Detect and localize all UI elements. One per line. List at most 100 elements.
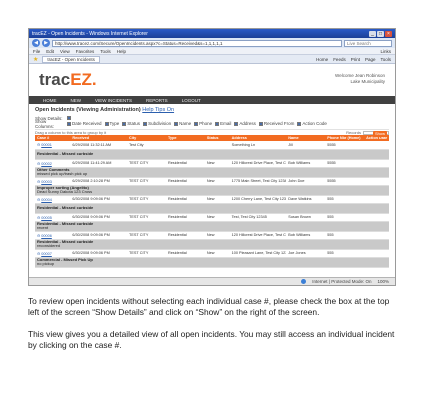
table-cell-case[interactable]: ⊖ 00001: [35, 141, 71, 150]
column-option[interactable]: Subdivision: [143, 121, 171, 126]
tools-tool[interactable]: Tools: [380, 57, 391, 62]
table-cell-address: Something Ln: [229, 141, 287, 150]
minimize-icon[interactable]: _: [369, 30, 376, 37]
table-cell-phone: 555: [325, 249, 365, 258]
detail-row: Residential - Missed curbside reconsidere…: [35, 239, 389, 250]
home-tool[interactable]: Home: [316, 57, 328, 62]
maximize-icon[interactable]: □: [377, 30, 384, 37]
print-tool[interactable]: Print: [351, 57, 360, 62]
security-zone: Internet | Protected Mode: On: [312, 279, 372, 284]
table-cell-case[interactable]: ⊖ 00007: [35, 249, 71, 258]
table-cell-case[interactable]: ⊖ 00003: [35, 177, 71, 186]
column-option[interactable]: Phone: [194, 121, 212, 126]
menu-file[interactable]: File: [33, 49, 40, 54]
window-title: tracEZ - Open Incidents - Windows Intern…: [32, 30, 148, 37]
column-option[interactable]: Received From: [258, 121, 294, 126]
case-link[interactable]: 00005: [41, 216, 52, 220]
close-icon[interactable]: ×: [385, 30, 392, 37]
menu-help[interactable]: Help: [117, 49, 126, 54]
case-link[interactable]: 00001: [41, 143, 52, 147]
table-cell-phone: 5555: [325, 141, 365, 150]
welcome-text: Welcome Jean Robinson Lake Municipality: [335, 73, 385, 85]
column-checkbox[interactable]: [174, 121, 179, 126]
nav-home[interactable]: Home: [43, 98, 57, 103]
tab-row: ★ tracEZ - Open Incidents Home Feeds Pri…: [29, 55, 395, 64]
table-cell-action: [364, 213, 389, 222]
column-checkbox[interactable]: [104, 121, 109, 126]
back-icon[interactable]: ◀: [32, 39, 40, 47]
column-checkbox[interactable]: [143, 121, 148, 126]
case-link[interactable]: 00003: [41, 180, 52, 184]
menu-favorites[interactable]: Favorites: [76, 49, 95, 54]
page-title: Open Incidents (Viewing Administration) …: [35, 107, 175, 113]
welcome-org: Lake Municipality: [350, 79, 385, 84]
table-cell-status: New: [204, 177, 230, 186]
table-cell-case[interactable]: ⊖ 00006: [35, 231, 71, 240]
case-link[interactable]: 00004: [41, 198, 52, 202]
nav-logout[interactable]: Logout: [182, 98, 201, 103]
nav-new[interactable]: New: [71, 98, 82, 103]
menu-bar: File Edit View Favorites Tools Help Link…: [29, 48, 395, 55]
column-option[interactable]: Name: [174, 121, 191, 126]
show-button[interactable]: Show: [373, 131, 387, 137]
table-cell-phone: 5555: [325, 177, 365, 186]
nav-reports[interactable]: Reports: [146, 98, 168, 103]
detail-title: Residential - Missed curbside: [37, 204, 94, 210]
case-link[interactable]: 00006: [41, 234, 52, 238]
table-cell-city: TEST CITY: [127, 231, 166, 240]
detail-cell: Residential - Missed curbside reconsidere…: [35, 239, 389, 250]
column-checkbox[interactable]: [258, 121, 263, 126]
table-cell-address: 120 Hillcrest Drive Place, Test City 123…: [229, 231, 287, 240]
feeds-tool[interactable]: Feeds: [333, 57, 346, 62]
column-option[interactable]: Email: [215, 121, 231, 126]
browser-tab[interactable]: tracEZ - Open Incidents: [42, 55, 100, 63]
column-option[interactable]: Action Code: [297, 121, 327, 126]
menu-tools[interactable]: Tools: [100, 49, 111, 54]
nav-view-incidents[interactable]: View Incidents: [95, 98, 132, 103]
page-tool[interactable]: Page: [365, 57, 376, 62]
table-cell-status: New: [204, 195, 230, 204]
column-option-label: Type: [109, 121, 120, 127]
detail-row: Residential - Missed curbside recent: [35, 221, 389, 232]
table-cell-address: Test, Test City 12345: [229, 213, 287, 222]
column-checkbox[interactable]: [122, 121, 127, 126]
table-cell-case[interactable]: ⊖ 00005: [35, 213, 71, 222]
forward-icon[interactable]: ▶: [42, 39, 50, 47]
address-bar[interactable]: http://www.tracez.com/Secure/OpenInciden…: [52, 39, 342, 47]
column-checkbox[interactable]: [297, 121, 302, 126]
search-input[interactable]: Live Search: [344, 39, 392, 47]
column-option[interactable]: Status: [122, 121, 140, 126]
menu-edit[interactable]: Edit: [46, 49, 54, 54]
column-option[interactable]: Type: [104, 121, 120, 127]
help-tips-link[interactable]: Help Tips On: [142, 107, 174, 113]
case-link[interactable]: 00002: [41, 162, 52, 166]
detail-row: Improper sorting (Angelito) Dead Sunny Da…: [35, 185, 389, 196]
column-option[interactable]: Date Received: [67, 121, 102, 126]
address-row: ◀ ▶ http://www.tracez.com/Secure/OpenInc…: [29, 38, 395, 48]
column-checkbox[interactable]: [67, 121, 71, 126]
case-link[interactable]: 00007: [41, 252, 52, 256]
zoom-level[interactable]: 100%: [377, 279, 389, 284]
menu-view[interactable]: View: [60, 49, 70, 54]
table-cell-case[interactable]: ⊖ 00004: [35, 195, 71, 204]
table-cell-phone: 555: [325, 213, 365, 222]
links-menu[interactable]: Links: [380, 49, 391, 54]
detail-cell: Residential - Missed curbside: [35, 149, 389, 160]
column-checkbox[interactable]: [215, 121, 220, 126]
table-cell-action: [364, 177, 389, 186]
table-row: ⊖ 00003 6/29/2008 2:10:28 PM TEST CITY Resi…: [35, 177, 389, 186]
show-details-checkbox[interactable]: [67, 116, 71, 120]
column-option[interactable]: Address: [234, 121, 256, 126]
table-cell-action: [364, 249, 389, 258]
table-cell-name: John Doe: [286, 177, 326, 186]
column-checkbox[interactable]: [194, 121, 199, 126]
favorites-star-icon[interactable]: ★: [33, 56, 38, 63]
table-cell-action: [364, 141, 389, 150]
table-cell-case[interactable]: ⊖ 00002: [35, 159, 71, 168]
table-cell-address: 100 Pleasant Lane, Test City 12345: [229, 249, 287, 258]
column-checkbox[interactable]: [234, 121, 239, 126]
column-option-label: Email: [220, 121, 232, 127]
table-cell-phone: 555: [325, 195, 365, 204]
detail-row: Residential - Missed curbside: [35, 149, 389, 160]
detail-title: Residential - Missed curbside: [37, 150, 94, 156]
